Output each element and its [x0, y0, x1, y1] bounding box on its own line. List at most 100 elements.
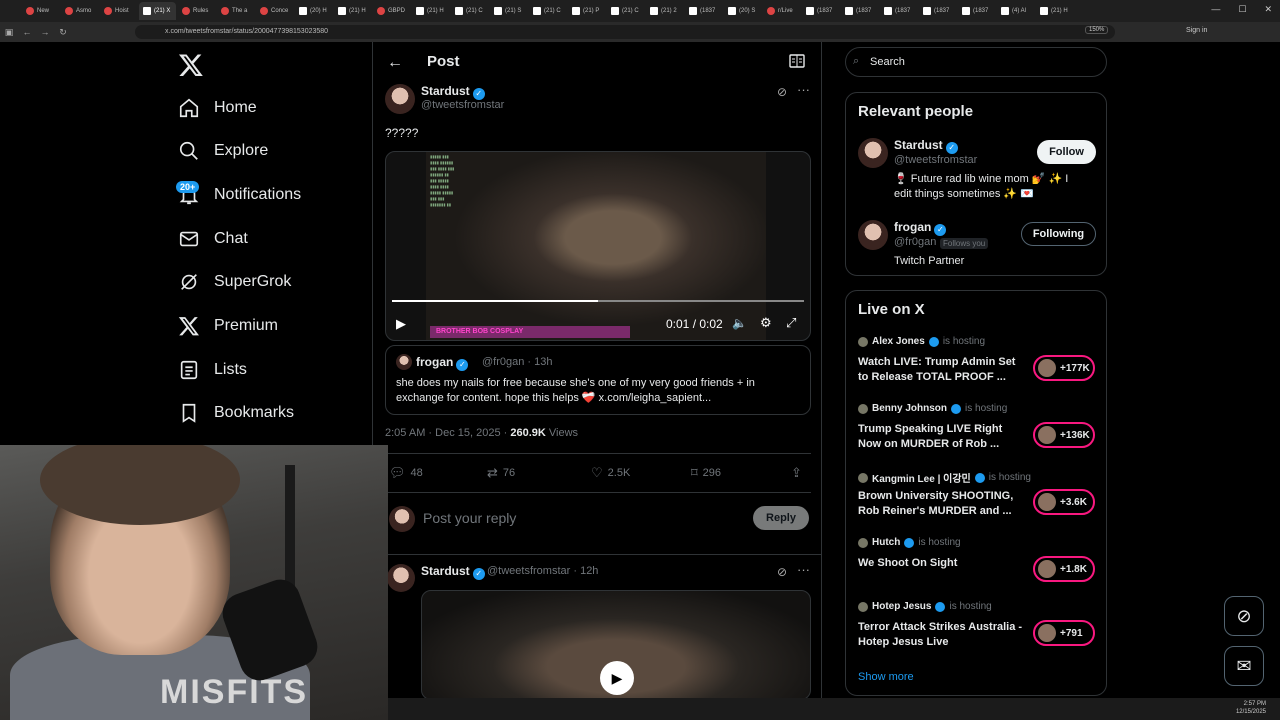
- reader-mode-icon[interactable]: [789, 54, 805, 68]
- nav-home[interactable]: Home: [178, 90, 257, 126]
- back-nav-icon[interactable]: ←: [18, 27, 36, 37]
- url-input[interactable]: x.com/tweetsfromstar/status/200047739815…: [135, 25, 1115, 39]
- browser-tab[interactable]: (21) C: [451, 2, 488, 20]
- tray-clock[interactable]: 2:57 PM 12/15/2025: [1236, 700, 1266, 716]
- browser-tab[interactable]: Conce: [256, 2, 293, 20]
- grok-fab-button[interactable]: ⊘: [1224, 596, 1264, 636]
- browser-tab[interactable]: (1837: [880, 2, 917, 20]
- following-button[interactable]: Following: [1021, 222, 1096, 246]
- live-title[interactable]: Trump Speaking LIVE Right Now on MURDER …: [858, 422, 1028, 452]
- browser-tab[interactable]: (1837: [685, 2, 722, 20]
- browser-tab[interactable]: (1837: [919, 2, 956, 20]
- settings-gear-icon[interactable]: ⚙: [760, 315, 772, 331]
- follow-button[interactable]: Follow: [1037, 140, 1096, 164]
- forward-nav-icon[interactable]: →: [36, 27, 54, 37]
- live-listener-count[interactable]: +791: [1033, 620, 1095, 646]
- play-icon[interactable]: ▶: [396, 316, 406, 332]
- nav-chat[interactable]: Chat: [178, 221, 248, 257]
- browser-tab[interactable]: r/Live: [763, 2, 800, 20]
- reply-button[interactable]: Reply: [753, 506, 809, 530]
- browser-tab[interactable]: (21) S: [490, 2, 527, 20]
- live-title[interactable]: Terror Attack Strikes Australia - Hotep …: [858, 620, 1028, 650]
- share-action[interactable]: ⇪: [791, 465, 802, 481]
- browser-tab[interactable]: (21) C: [607, 2, 644, 20]
- browser-tab[interactable]: The a: [217, 2, 254, 20]
- live-host[interactable]: Kangmin Lee | 이강민 is hosting: [858, 470, 1031, 485]
- author-avatar[interactable]: [385, 84, 415, 114]
- quoted-tweet[interactable]: frogan ✓ @fr0gan · 13h she does my nails …: [385, 345, 811, 415]
- browser-tab[interactable]: GBPD: [373, 2, 410, 20]
- nav-premium[interactable]: Premium: [178, 308, 278, 344]
- back-arrow-icon[interactable]: ←: [387, 54, 403, 72]
- browser-tab[interactable]: (4) Al: [997, 2, 1034, 20]
- browser-tab[interactable]: (21) H: [1036, 2, 1073, 20]
- maximize-icon[interactable]: ☐: [1238, 4, 1246, 15]
- browser-tab[interactable]: Rules: [178, 2, 215, 20]
- browser-tab[interactable]: (20) H: [295, 2, 332, 20]
- browser-tab[interactable]: (21) X: [139, 2, 176, 20]
- messages-fab-button[interactable]: ✉: [1224, 646, 1264, 686]
- video-progress-bar[interactable]: [392, 300, 804, 302]
- reply-author-name[interactable]: Stardust ✓: [421, 564, 485, 580]
- reload-icon[interactable]: ↻: [54, 27, 72, 38]
- nav-lists[interactable]: Lists: [178, 352, 247, 388]
- author-name[interactable]: Stardust ✓: [421, 84, 485, 100]
- live-host[interactable]: Alex Jones is hosting: [858, 336, 985, 347]
- browser-tab[interactable]: Hoist: [100, 2, 137, 20]
- browser-tab[interactable]: Asmo: [61, 2, 98, 20]
- live-listener-count[interactable]: +177K: [1033, 355, 1095, 381]
- zoom-badge[interactable]: 150%: [1085, 26, 1109, 34]
- more-options-icon[interactable]: ···: [797, 562, 810, 577]
- search-input[interactable]: Search: [845, 47, 1107, 77]
- live-title[interactable]: Watch LIVE: Trump Admin Set to Release T…: [858, 355, 1028, 385]
- close-icon[interactable]: ✕: [1264, 4, 1272, 15]
- live-listener-count[interactable]: +3.6K: [1033, 489, 1095, 515]
- reply-input[interactable]: Post your reply: [423, 510, 516, 526]
- author-handle[interactable]: @tweetsfromstar: [421, 99, 504, 111]
- nav-explore[interactable]: Explore: [178, 133, 268, 169]
- person-avatar[interactable]: [858, 220, 888, 250]
- browser-tab[interactable]: (21) H: [412, 2, 449, 20]
- reply-video[interactable]: ▶: [421, 590, 811, 698]
- person-name[interactable]: frogan ✓: [894, 220, 947, 236]
- live-listener-count[interactable]: +1.8K: [1033, 556, 1095, 582]
- fullscreen-icon[interactable]: ⤢: [786, 315, 796, 331]
- person-avatar[interactable]: [858, 138, 888, 168]
- video-player[interactable]: ▮▮▮▮▮ ▮▮▮ ▮▮▮▮ ▮▮▮▮▮▮ ▮▮▮ ▮▮▮▮ ▮▮▮ ▮▮▮▮▮▮ ▮…: [385, 151, 811, 341]
- live-host[interactable]: Benny Johnson is hosting: [858, 403, 1007, 414]
- browser-tab[interactable]: (1837: [802, 2, 839, 20]
- play-icon[interactable]: ▶: [600, 661, 634, 695]
- person-handle[interactable]: @fr0gan: [894, 236, 936, 248]
- browser-tab[interactable]: (20) S: [724, 2, 761, 20]
- person-handle[interactable]: @tweetsfromstar: [894, 154, 977, 166]
- reply-action[interactable]: 💬︎ 48: [389, 465, 423, 481]
- more-options-icon[interactable]: ···: [797, 82, 810, 97]
- live-host[interactable]: Hutch is hosting: [858, 537, 961, 548]
- live-title[interactable]: Brown University SHOOTING, Rob Reiner's …: [858, 489, 1028, 519]
- x-logo-icon[interactable]: [178, 52, 204, 78]
- browser-tab[interactable]: (21) 2: [646, 2, 683, 20]
- like-action[interactable]: ♡ 2.5K: [591, 465, 630, 481]
- live-title[interactable]: We Shoot On Sight: [858, 556, 1028, 571]
- person-name[interactable]: Stardust ✓: [894, 138, 958, 154]
- grok-explain-icon[interactable]: ⊘: [777, 565, 787, 579]
- grok-explain-icon[interactable]: ⊘: [777, 85, 787, 99]
- nav-bookmarks[interactable]: Bookmarks: [178, 395, 294, 431]
- browser-tab[interactable]: (21) C: [529, 2, 566, 20]
- browser-tab[interactable]: New: [22, 2, 59, 20]
- sidebar-toggle-icon[interactable]: ▣: [0, 27, 18, 38]
- browser-tab[interactable]: (1837: [958, 2, 995, 20]
- repost-action[interactable]: ⇄ 76: [487, 465, 515, 481]
- reply-author-avatar[interactable]: [387, 564, 415, 592]
- browser-tab[interactable]: (21) H: [334, 2, 371, 20]
- live-host[interactable]: Hotep Jesus is hosting: [858, 601, 992, 612]
- bookmark-action[interactable]: ⌑ 296: [691, 465, 721, 481]
- live-listener-count[interactable]: +136K: [1033, 422, 1095, 448]
- nav-supergrok[interactable]: SuperGrok: [178, 264, 291, 300]
- browser-tab[interactable]: (21) P: [568, 2, 605, 20]
- browser-tab[interactable]: (1837: [841, 2, 878, 20]
- minimize-icon[interactable]: —: [1211, 4, 1220, 15]
- volume-icon[interactable]: 🔈: [732, 316, 747, 330]
- signin-button[interactable]: Sign in: [1186, 27, 1207, 34]
- show-more-link[interactable]: Show more: [858, 671, 914, 683]
